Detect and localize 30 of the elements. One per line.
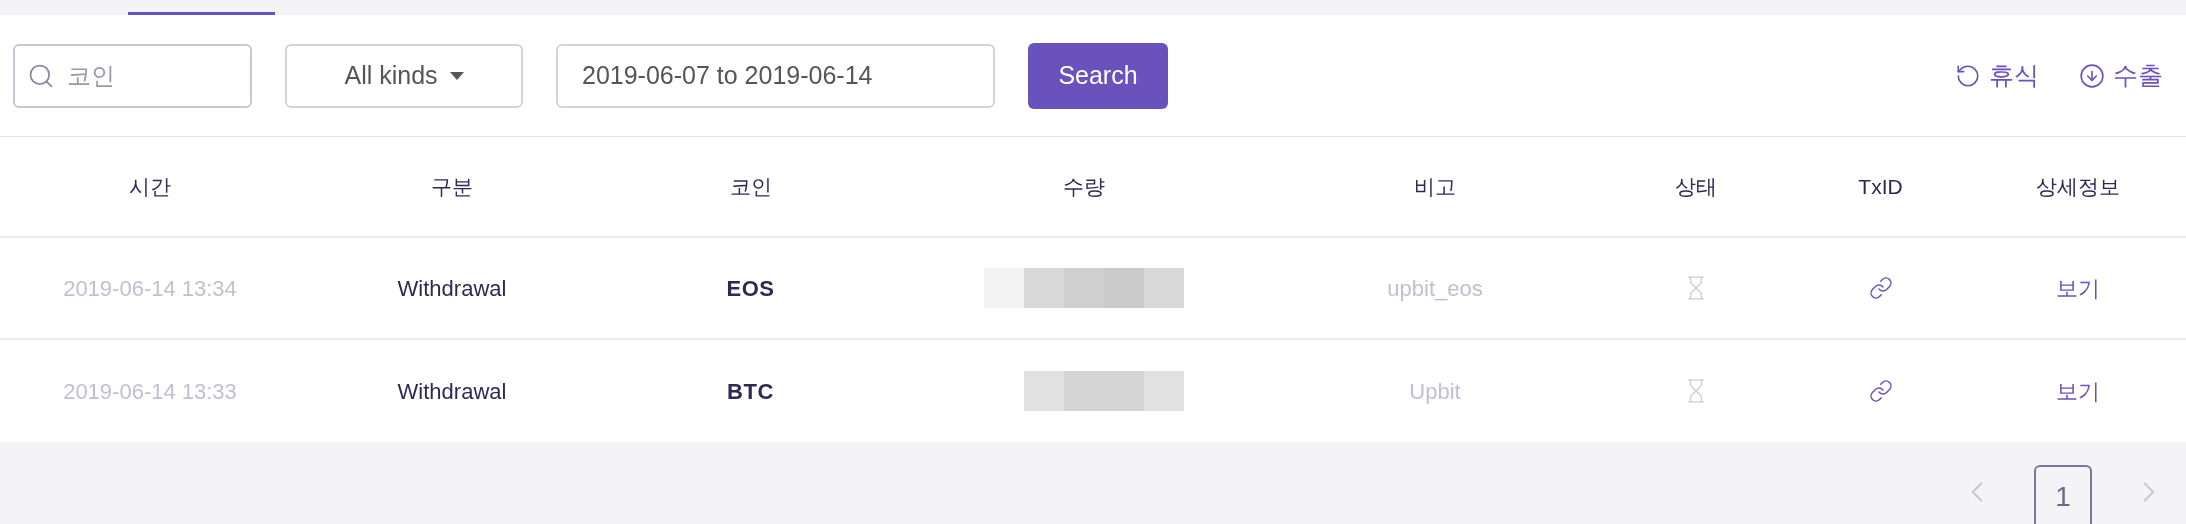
- column-header: 비고: [1414, 173, 1456, 200]
- time-cell-text: 2019-06-14 13:34: [63, 274, 237, 303]
- column-header: 수량: [1062, 173, 1105, 200]
- search-field[interactable]: 코인: [13, 43, 252, 108]
- link-icon[interactable]: [1868, 379, 1893, 403]
- column-header: 시간: [129, 173, 171, 200]
- type-cell-text: Withdrawal: [397, 377, 507, 406]
- export-button[interactable]: 수출: [2079, 56, 2163, 95]
- reset-icon: [1955, 62, 1981, 89]
- caret-icon: [449, 71, 464, 80]
- coin-cell-text: BTC: [727, 377, 774, 406]
- column-header: TxID: [1858, 173, 1903, 200]
- link-icon[interactable]: [1868, 276, 1893, 300]
- coin-cell-text: EOS: [726, 274, 775, 303]
- note-cell-text: upbit_eos: [1387, 274, 1483, 303]
- column-header: 상태: [1675, 173, 1717, 200]
- note-cell-text: Upbit: [1409, 377, 1461, 406]
- search-button[interactable]: Search: [1028, 42, 1168, 109]
- time-cell-text: 2019-06-14 13:33: [63, 377, 237, 406]
- view-link[interactable]: 보기: [2055, 374, 2100, 408]
- reset-button[interactable]: 휴식: [1955, 56, 2039, 95]
- type-cell-text: Withdrawal: [397, 274, 507, 303]
- column-header: 상세정보: [2035, 173, 2120, 200]
- column-header: 구분: [431, 173, 473, 200]
- download-icon: [2079, 62, 2105, 89]
- kind-dropdown[interactable]: All kinds: [285, 43, 523, 108]
- date-range-field[interactable]: 2019-06-07 to 2019-06-14: [556, 43, 995, 108]
- column-header: 코인: [729, 173, 772, 200]
- page-button[interactable]: 1: [2034, 465, 2092, 524]
- view-link[interactable]: 보기: [2055, 271, 2100, 305]
